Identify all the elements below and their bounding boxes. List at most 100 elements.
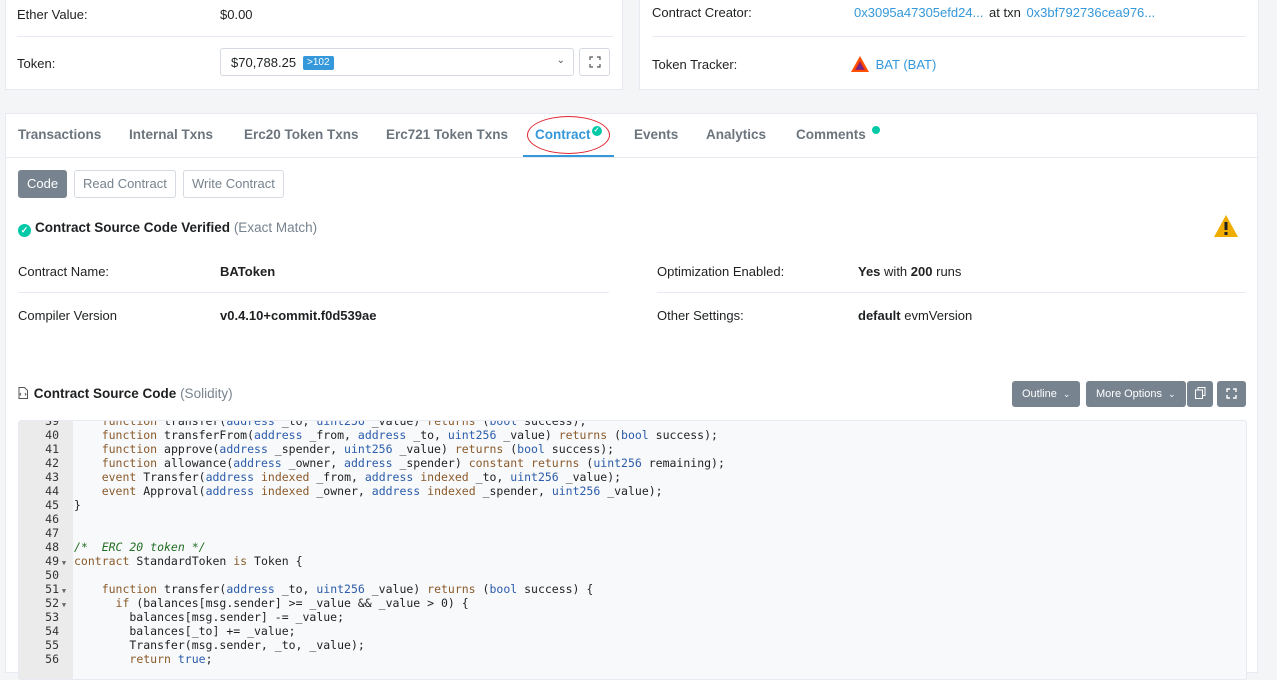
at-txn-text: at txn xyxy=(989,5,1021,20)
overview-card: Ether Value: $0.00 Token: $70,788.25 >10… xyxy=(5,0,623,90)
active-tab-indicator xyxy=(523,155,614,157)
copy-source-button[interactable] xyxy=(1187,381,1213,407)
expand-token-button[interactable] xyxy=(579,48,610,76)
contract-name-label: Contract Name: xyxy=(18,264,110,279)
tab-erc721-token-txns[interactable]: Erc721 Token Txns xyxy=(386,127,508,142)
verified-heading: ✓ Contract Source Code Verified (Exact Ma… xyxy=(18,220,317,237)
source-code-heading: Contract Source Code (Solidity) xyxy=(18,386,233,401)
code-line: 39 function transfer(address _to, uint25… xyxy=(19,420,1219,428)
warning-icon[interactable] xyxy=(1213,214,1239,238)
code-line: 53 balances[msg.sender] -= _value; xyxy=(19,610,1219,624)
code-text: function approve(address _spender, uint2… xyxy=(101,442,615,456)
contract-details-card: Transactions Internal Txns Erc20 Token T… xyxy=(5,113,1258,680)
line-number: 39 xyxy=(45,420,59,428)
source-code-title: Contract Source Code xyxy=(33,386,177,401)
evm-default: default xyxy=(858,308,901,323)
code-line: 49 ▼ contract StandardToken is Token { xyxy=(19,554,1219,568)
code-line: 40 function transferFrom(address _from, … xyxy=(19,428,1219,442)
code-line: 47 xyxy=(19,526,1219,540)
code-line: 55 Transfer(msg.sender, _to, _value); xyxy=(19,638,1219,652)
write-contract-button[interactable]: Write Contract xyxy=(183,170,284,198)
source-code-editor[interactable]: 39 function transfer(address _to, uint25… xyxy=(18,420,1247,680)
code-line: 45} xyxy=(19,498,1219,512)
line-number: 51 xyxy=(45,582,59,596)
verified-title: Contract Source Code Verified xyxy=(35,220,231,235)
line-number: 54 xyxy=(45,624,59,638)
code-text: function allowance(address _owner, addre… xyxy=(101,456,725,470)
code-text: event Approval(address indexed _owner, a… xyxy=(101,484,663,498)
ether-value-label: Ether Value: xyxy=(17,7,88,22)
contract-creator-label: Contract Creator: xyxy=(652,5,752,20)
token-tracker-link[interactable]: BAT (BAT) xyxy=(876,57,937,72)
line-number: 40 xyxy=(45,428,59,442)
code-text: balances[msg.sender] -= _value; xyxy=(74,610,345,624)
line-number: 42 xyxy=(45,456,59,470)
optimization-value: Yes with 200 runs xyxy=(858,264,961,279)
tab-analytics[interactable]: Analytics xyxy=(706,127,766,142)
code-text: event Transfer(address indexed _from, ad… xyxy=(101,470,622,484)
more-options-button[interactable]: More Options ⌄ xyxy=(1086,381,1186,407)
ether-value: $0.00 xyxy=(220,7,253,22)
tab-bar: Transactions Internal Txns Erc20 Token T… xyxy=(6,114,1257,158)
divider xyxy=(17,36,613,37)
other-settings-label: Other Settings: xyxy=(657,308,744,323)
code-text: contract StandardToken is Token { xyxy=(74,554,303,568)
more-options-label: More Options xyxy=(1096,388,1163,400)
creator-address-link[interactable]: 0x3095a47305efd24... xyxy=(854,5,983,20)
line-number: 45 xyxy=(45,498,59,512)
outline-button[interactable]: Outline ⌄ xyxy=(1012,381,1081,407)
optimization-label: Optimization Enabled: xyxy=(657,264,785,279)
fullscreen-button[interactable] xyxy=(1217,381,1246,407)
creator-txn-link[interactable]: 0x3bf792736cea976... xyxy=(1026,5,1155,20)
tab-internal-txns[interactable]: Internal Txns xyxy=(129,127,213,142)
copy-icon xyxy=(1194,387,1205,399)
compiler-version-value: v0.4.10+commit.f0d539ae xyxy=(220,308,377,323)
code-text: function transfer(address _to, uint256 _… xyxy=(101,420,587,428)
token-label: Token: xyxy=(17,56,56,71)
code-text: /* ERC 20 token */ xyxy=(74,540,206,554)
bat-logo-icon xyxy=(851,56,869,72)
tab-events[interactable]: Events xyxy=(634,127,678,142)
chevron-down-icon: ⌄ xyxy=(1062,389,1071,399)
tab-erc20-token-txns[interactable]: Erc20 Token Txns xyxy=(244,127,359,142)
evm-version-text: evmVersion xyxy=(904,308,973,323)
line-number: 43 xyxy=(45,470,59,484)
exact-match-text: (Exact Match) xyxy=(233,220,318,235)
code-text: if (balances[msg.sender] >= _value && _v… xyxy=(115,596,469,610)
token-value: $70,788.25 xyxy=(231,55,297,70)
token-count-badge: >102 xyxy=(303,56,334,70)
token-tracker-label: Token Tracker: xyxy=(652,57,738,72)
code-button[interactable]: Code xyxy=(18,170,68,198)
divider xyxy=(652,36,1246,37)
tab-comments[interactable]: Comments xyxy=(796,127,866,142)
check-circle-icon: ✓ xyxy=(18,224,31,237)
token-holdings-dropdown[interactable]: $70,788.25 >102 ⌄ xyxy=(220,48,574,76)
contract-creator-value: 0x3095a47305efd24... at txn 0x3bf792736c… xyxy=(854,5,1155,20)
line-number: 41 xyxy=(45,442,59,456)
expand-icon xyxy=(588,56,601,68)
line-number: 47 xyxy=(45,526,59,540)
code-line: 44 event Approval(address indexed _owner… xyxy=(19,484,1219,498)
optimization-yes: Yes xyxy=(858,264,881,279)
other-settings-value: default evmVersion xyxy=(858,308,972,323)
comments-notification-dot xyxy=(872,126,880,134)
optimization-with: with xyxy=(884,264,908,279)
code-text: Transfer(msg.sender, _to, _value); xyxy=(74,638,365,652)
read-contract-button[interactable]: Read Contract xyxy=(74,170,176,198)
contract-name-value: BAToken xyxy=(220,264,276,279)
optimization-runs-count: 200 xyxy=(910,264,933,279)
line-number: 49 xyxy=(45,554,59,568)
divider xyxy=(18,292,609,293)
code-line: 43 event Transfer(address indexed _from,… xyxy=(19,470,1219,484)
chevron-down-icon: ⌄ xyxy=(556,55,565,66)
line-number: 44 xyxy=(45,484,59,498)
line-number: 53 xyxy=(45,610,59,624)
source-language: (Solidity) xyxy=(180,386,233,401)
line-number: 52 xyxy=(45,596,59,610)
tab-transactions[interactable]: Transactions xyxy=(18,127,101,142)
code-line: 42 function allowance(address _owner, ad… xyxy=(19,456,1219,470)
line-number: 55 xyxy=(45,638,59,652)
compiler-version-label: Compiler Version xyxy=(18,308,117,323)
code-line: 41 function approve(address _spender, ui… xyxy=(19,442,1219,456)
more-info-card: Contract Creator: 0x3095a47305efd24... a… xyxy=(639,0,1259,90)
